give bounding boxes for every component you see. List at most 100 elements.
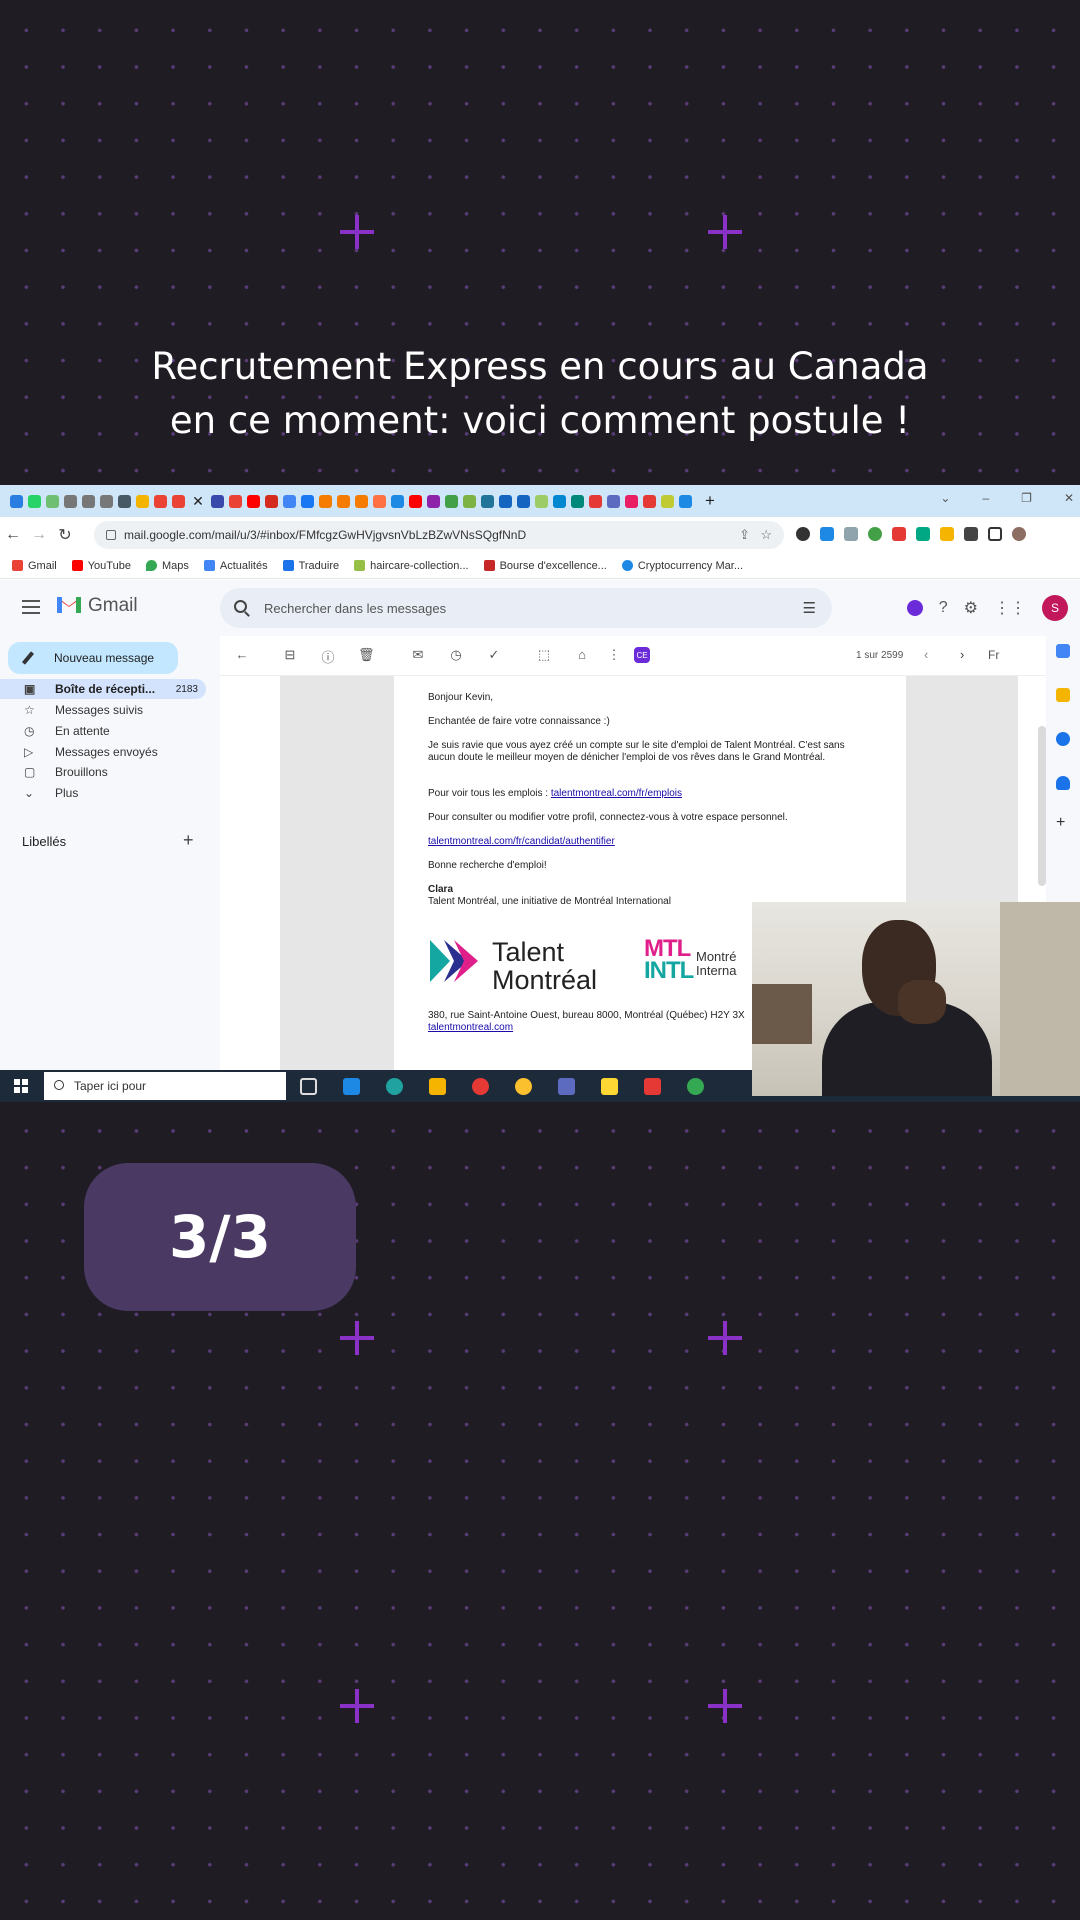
tab-icon[interactable] <box>661 494 674 508</box>
tab-icon[interactable] <box>337 494 350 508</box>
taskbar-search-input[interactable]: Taper ici pour <box>44 1072 286 1100</box>
tab-icon[interactable] <box>301 494 314 508</box>
trash-icon[interactable]: 🗑 <box>358 647 375 663</box>
report-spam-icon[interactable]: ⓘ <box>320 647 336 666</box>
windows-start-icon[interactable] <box>14 1079 28 1093</box>
address-bar[interactable]: mail.google.com/mail/u/3/#inbox/FMfcgzGw… <box>94 521 784 549</box>
tab-icon[interactable] <box>571 494 584 508</box>
calendar-icon[interactable] <box>1056 644 1070 658</box>
extension-icon[interactable] <box>796 527 810 541</box>
add-task-icon[interactable]: ✓ <box>486 647 502 663</box>
archive-icon[interactable]: ⊟ <box>282 647 298 663</box>
close-icon[interactable]: ✕ <box>1064 491 1074 505</box>
next-page-icon[interactable]: › <box>960 647 964 662</box>
profile-avatar[interactable] <box>1012 527 1026 541</box>
extension-icon[interactable] <box>820 527 834 541</box>
forward-icon[interactable]: → <box>26 526 52 544</box>
back-icon[interactable]: ← <box>0 526 26 544</box>
language-select[interactable]: Fr <box>988 648 999 662</box>
tab-icon[interactable] <box>391 494 404 508</box>
add-label-icon[interactable]: + <box>183 830 194 851</box>
extension-icon[interactable] <box>916 527 930 541</box>
sidebar-item-drafts[interactable]: ▢ Brouillons <box>0 762 206 782</box>
search-icon[interactable] <box>234 600 247 613</box>
tab-icon[interactable] <box>10 494 23 508</box>
tab-icon[interactable] <box>499 494 512 508</box>
mail-icon[interactable] <box>343 1078 360 1095</box>
tab-icon[interactable] <box>607 494 620 508</box>
mark-unread-icon[interactable]: ✉ <box>410 647 426 663</box>
ce-extension-icon[interactable] <box>906 600 923 616</box>
extension-icon[interactable] <box>940 527 954 541</box>
footer-link[interactable]: talentmontreal.com <box>428 1022 513 1034</box>
tab-icon[interactable] <box>118 494 131 508</box>
extension-icon[interactable] <box>892 527 906 541</box>
tab-icon[interactable] <box>373 494 386 508</box>
tab-icon[interactable] <box>481 494 494 508</box>
edge-icon[interactable] <box>386 1078 403 1095</box>
tab-icon[interactable] <box>409 494 422 508</box>
tab-icon[interactable] <box>319 494 332 508</box>
app-icon[interactable] <box>515 1078 532 1095</box>
extension-icon[interactable] <box>868 527 882 541</box>
tasks-icon[interactable] <box>1056 732 1070 746</box>
bookmark-bourse[interactable]: Bourse d'excellence... <box>483 560 607 572</box>
sidebar-item-sent[interactable]: ▷ Messages envoyés <box>0 742 206 762</box>
tab-icon[interactable] <box>463 494 476 508</box>
app-s-icon[interactable] <box>644 1078 661 1095</box>
back-arrow-icon[interactable]: ← <box>234 647 250 662</box>
bookmark-gmail[interactable]: Gmail <box>12 560 57 572</box>
tab-icon[interactable] <box>64 494 77 508</box>
share-icon[interactable]: ⇪ <box>739 527 750 543</box>
tab-icon[interactable] <box>211 494 224 508</box>
chrome-icon[interactable] <box>687 1078 704 1095</box>
avatar[interactable]: S <box>1042 595 1068 621</box>
extension-icon[interactable] <box>844 527 858 541</box>
tab-icon[interactable] <box>247 494 260 508</box>
tab-icon[interactable] <box>229 494 242 508</box>
tab-icon[interactable] <box>427 494 440 508</box>
bookmark-translate[interactable]: Traduire <box>282 560 339 572</box>
reload-icon[interactable]: ↻ <box>52 525 78 545</box>
snooze-icon[interactable]: ◷ <box>448 647 464 663</box>
sidebar-item-more[interactable]: ⌄ Plus <box>0 783 206 803</box>
contacts-icon[interactable] <box>1056 776 1070 790</box>
minimize-icon[interactable]: – <box>982 491 989 505</box>
tab-icon[interactable] <box>82 494 95 508</box>
tab-icon[interactable] <box>589 494 602 508</box>
tab-icon[interactable] <box>517 494 530 508</box>
tab-icon[interactable] <box>136 494 149 508</box>
tab-icon[interactable] <box>172 494 185 508</box>
profile-link[interactable]: talentmontreal.com/fr/candidat/authentif… <box>428 836 615 848</box>
move-to-icon[interactable]: ⬚ <box>536 647 552 663</box>
apps-grid-icon[interactable]: ⋮⋮ <box>994 598 1026 618</box>
puzzle-icon[interactable] <box>964 527 978 541</box>
chevron-down-icon[interactable]: ⌄ <box>940 491 950 505</box>
tab-close-icon[interactable]: ✕ <box>190 493 206 510</box>
filter-icon[interactable]: ☰ <box>803 599 816 617</box>
sidebar-item-inbox[interactable]: ▣ Boîte de récepti... 2183 <box>0 679 206 699</box>
search-input[interactable]: Rechercher dans les messages ☰ <box>220 588 832 628</box>
ce-extension-icon[interactable]: CE <box>634 647 650 663</box>
sidebar-item-starred[interactable]: ☆ Messages suivis <box>0 700 206 720</box>
bookmark-maps[interactable]: Maps <box>145 560 189 572</box>
tab-icon[interactable] <box>535 494 548 508</box>
tab-icon[interactable] <box>643 494 656 508</box>
task-view-icon[interactable] <box>300 1078 317 1095</box>
jobs-link[interactable]: talentmontreal.com/fr/emplois <box>551 788 682 799</box>
prev-page-icon[interactable]: ‹ <box>924 647 928 662</box>
tab-icon[interactable] <box>553 494 566 508</box>
scrollbar[interactable] <box>1038 726 1046 886</box>
star-icon[interactable]: ☆ <box>760 527 772 543</box>
keep-icon[interactable] <box>1056 688 1070 702</box>
help-icon[interactable]: ? <box>939 599 948 617</box>
folder-icon[interactable] <box>601 1078 618 1095</box>
bookmark-haircare[interactable]: haircare-collection... <box>354 560 469 572</box>
menu-icon[interactable] <box>22 600 40 614</box>
bookmark-youtube[interactable]: YouTube <box>71 560 131 572</box>
tab-icon[interactable] <box>100 494 113 508</box>
compose-button[interactable]: Nouveau message <box>8 642 178 674</box>
sidepanel-icon[interactable] <box>988 527 1002 541</box>
more-vert-icon[interactable]: ⋮ <box>606 647 622 663</box>
tab-icon[interactable] <box>355 494 368 508</box>
